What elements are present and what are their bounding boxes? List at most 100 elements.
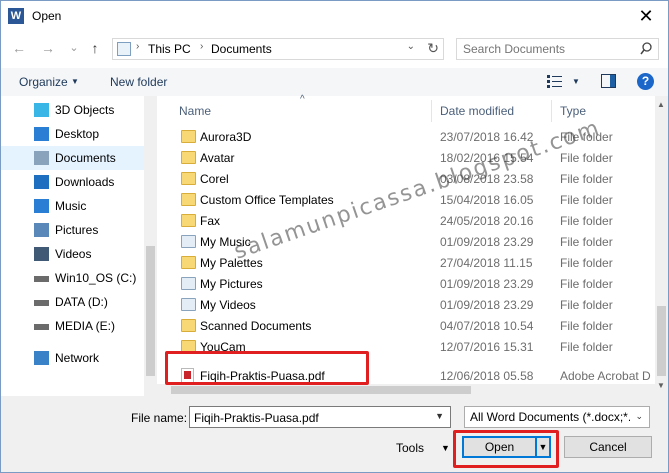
sidebar-item[interactable]: DATA (D:) xyxy=(1,290,144,314)
file-type: File folder xyxy=(560,172,613,186)
file-name: Custom Office Templates xyxy=(200,193,334,207)
file-row[interactable]: My Palettes 27/04/2018 11.15 File folder xyxy=(169,253,655,274)
videos-icon xyxy=(34,247,49,261)
breadcrumb-separator: › xyxy=(200,41,204,52)
search-box[interactable] xyxy=(456,38,659,60)
search-icon xyxy=(640,42,652,55)
address-dropdown-icon[interactable]: ⌄ xyxy=(407,41,415,52)
file-row[interactable]: My Pictures 01/09/2018 23.29 File folder xyxy=(169,274,655,295)
sidebar-item[interactable]: 3D Objects xyxy=(1,98,144,122)
file-row[interactable]: Scanned Documents 04/07/2018 10.54 File fo… xyxy=(169,316,655,337)
view-dropdown-icon[interactable]: ▼ xyxy=(572,77,580,86)
navigation-pane: 3D Objects Desktop Documents Downloads Music… xyxy=(1,96,157,396)
file-date: 18/02/2016 15.54 xyxy=(440,151,534,165)
refresh-icon[interactable]: ↻ xyxy=(427,40,439,57)
folder-icon xyxy=(181,214,196,227)
scroll-thumb[interactable] xyxy=(171,386,471,394)
folder-icon xyxy=(181,130,196,143)
file-date: 03/08/2018 23.58 xyxy=(440,172,534,186)
file-row[interactable]: My Music 01/09/2018 23.29 File folder xyxy=(169,232,655,253)
file-row[interactable]: Corel 03/08/2018 23.58 File folder xyxy=(169,169,655,190)
breadcrumb-documents[interactable]: Documents xyxy=(211,42,272,56)
organize-dropdown-icon[interactable]: ▼ xyxy=(71,77,79,86)
scroll-thumb[interactable] xyxy=(146,246,155,376)
file-row[interactable]: Avatar 18/02/2016 15.54 File folder xyxy=(169,148,655,169)
sidebar-item[interactable]: MEDIA (E:) xyxy=(1,314,144,338)
sidebar-item[interactable]: Pictures xyxy=(1,218,144,242)
tools-button[interactable]: Tools xyxy=(396,441,424,455)
file-type-dropdown-icon[interactable]: ⌄ xyxy=(635,411,643,422)
file-name-input[interactable] xyxy=(194,410,430,425)
cancel-button[interactable]: Cancel xyxy=(564,436,652,458)
word-app-icon: W xyxy=(8,8,24,24)
file-type: File folder xyxy=(560,151,613,165)
file-name: My Videos xyxy=(200,298,256,312)
sidebar-item[interactable]: Win10_OS (C:) xyxy=(1,266,144,290)
search-input[interactable] xyxy=(463,41,633,57)
music-icon xyxy=(34,199,49,213)
column-divider[interactable] xyxy=(551,100,552,122)
file-type: Adobe Acrobat D xyxy=(560,369,651,383)
file-row[interactable]: Aurora3D 23/07/2018 16.42 File folder xyxy=(169,127,655,148)
column-header-type[interactable]: Type xyxy=(560,104,586,126)
highlight-box-file xyxy=(165,351,369,385)
sidebar-item[interactable]: Downloads xyxy=(1,170,144,194)
column-header-date[interactable]: Date modified xyxy=(440,104,514,126)
sidebar-item[interactable]: Videos xyxy=(1,242,144,266)
organize-button[interactable]: Organize xyxy=(19,75,68,89)
preview-pane-icon[interactable] xyxy=(601,74,616,88)
sidebar-item-label: Pictures xyxy=(55,223,99,237)
scroll-thumb[interactable] xyxy=(657,306,666,376)
file-type: File folder xyxy=(560,130,613,144)
navigation-scrollbar[interactable] xyxy=(144,96,157,396)
highlight-box-open xyxy=(453,430,559,468)
file-date: 23/07/2018 16.42 xyxy=(440,130,534,144)
back-button[interactable]: ← xyxy=(10,39,28,57)
music-folder-icon xyxy=(181,235,196,248)
tools-dropdown-icon[interactable]: ▼ xyxy=(441,443,450,453)
file-type-select[interactable]: All Word Documents (*.docx;*.d ⌄ xyxy=(464,406,650,428)
forward-button[interactable]: → xyxy=(39,39,57,57)
network-icon xyxy=(34,351,49,365)
sidebar-item-label: Desktop xyxy=(55,127,100,141)
sidebar-item[interactable]: Network xyxy=(1,346,144,370)
sidebar-item[interactable]: Documents xyxy=(1,146,144,170)
folder-icon xyxy=(181,319,196,332)
scroll-down-icon[interactable]: ▼ xyxy=(657,381,665,390)
view-options-icon[interactable] xyxy=(547,74,563,88)
this-pc-icon xyxy=(117,42,131,56)
file-row[interactable]: My Videos 01/09/2018 23.29 File folder xyxy=(169,295,655,316)
new-folder-button[interactable]: New folder xyxy=(110,75,167,89)
column-header-name[interactable]: Name xyxy=(179,104,211,126)
file-date: 01/09/2018 23.29 xyxy=(440,277,534,291)
sidebar-item-label: 3D Objects xyxy=(55,103,115,117)
sidebar-item-label: Documents xyxy=(55,151,116,165)
address-bar[interactable]: › This PC › Documents ⌄ ↻ xyxy=(112,38,444,60)
file-row[interactable]: Fax 24/05/2018 20.16 File folder xyxy=(169,211,655,232)
help-icon[interactable]: ? xyxy=(637,73,654,90)
breadcrumb-this-pc[interactable]: This PC xyxy=(148,42,191,56)
horizontal-scrollbar[interactable] xyxy=(157,384,655,396)
column-divider[interactable] xyxy=(431,100,432,122)
sidebar-item-label: DATA (D:) xyxy=(55,295,108,309)
file-type: File folder xyxy=(560,193,613,207)
file-name: Scanned Documents xyxy=(200,319,312,333)
file-name-field[interactable]: ▼ xyxy=(189,406,451,428)
file-row[interactable]: Custom Office Templates 15/04/2018 16.05 F… xyxy=(169,190,655,211)
file-name: Fax xyxy=(200,214,221,228)
close-button[interactable]: ✕ xyxy=(634,5,658,27)
recent-locations-button[interactable]: ⌄ xyxy=(65,39,83,57)
file-list-scrollbar[interactable]: ▲ ▼ xyxy=(655,96,668,396)
sidebar-item-label: Downloads xyxy=(55,175,115,189)
file-date: 01/09/2018 23.29 xyxy=(440,298,534,312)
sidebar-item[interactable]: Music xyxy=(1,194,144,218)
file-date: 15/04/2018 16.05 xyxy=(440,193,534,207)
up-folder-button[interactable]: ↑ xyxy=(86,39,104,57)
file-type: File folder xyxy=(560,340,613,354)
breadcrumb-separator: › xyxy=(136,41,140,52)
scroll-up-icon[interactable]: ▲ xyxy=(657,100,665,109)
file-name-dropdown-icon[interactable]: ▼ xyxy=(435,411,444,421)
videos-folder-icon xyxy=(181,298,196,311)
sidebar-item[interactable]: Desktop xyxy=(1,122,144,146)
downloads-icon xyxy=(34,175,49,189)
